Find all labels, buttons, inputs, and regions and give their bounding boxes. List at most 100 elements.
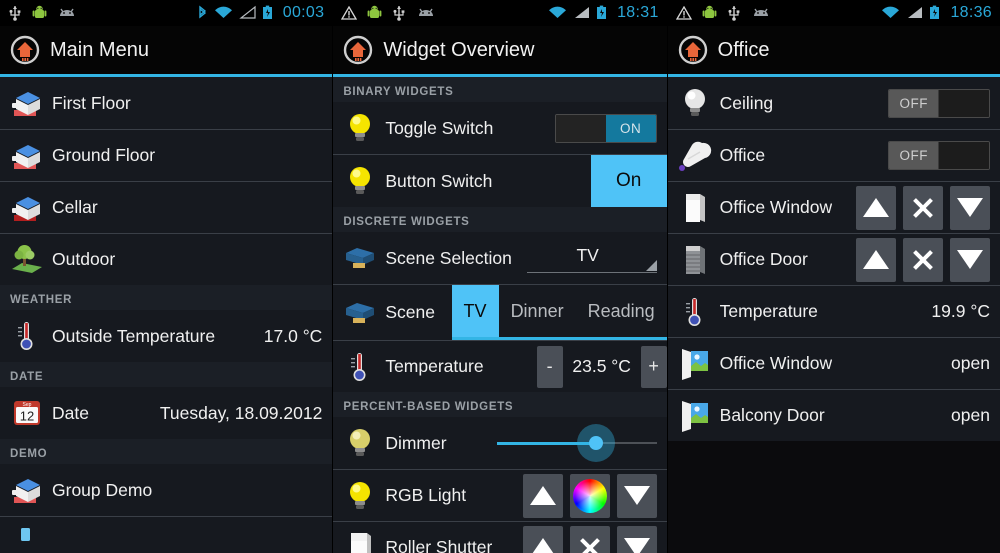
stop-x-icon[interactable] (569, 525, 610, 553)
toggle-switch-control[interactable]: ON (554, 113, 657, 143)
status-bar-left-icons (675, 5, 771, 21)
title-bar: Office (667, 26, 1000, 77)
door-shutter-controls[interactable] (849, 237, 990, 282)
list-item-clipped[interactable] (0, 516, 333, 553)
house-red-icon (10, 86, 44, 120)
list-item-office-light[interactable]: Office OFF (667, 129, 1000, 181)
temperature-stepper[interactable]: - 23.5 °C + (536, 345, 667, 388)
group-header-binary-widgets: BINARY WIDGETS (333, 77, 667, 102)
list-item-roller-shutter[interactable]: Roller Shutter (333, 521, 667, 553)
office-switch-control[interactable]: OFF (887, 141, 990, 170)
down-arrow-icon[interactable] (616, 525, 657, 553)
switch-toggle[interactable]: OFF (887, 141, 990, 170)
on-button[interactable]: On (590, 155, 667, 207)
switch-toggle[interactable]: OFF (887, 88, 990, 118)
battery-icon (597, 5, 607, 19)
segment-reading[interactable]: Reading (576, 285, 667, 337)
down-arrow-icon[interactable] (616, 473, 657, 518)
panel-widget-overview: 18:31 Widget Overview BINARY WIDGETS Tog… (332, 0, 668, 553)
slider-knob[interactable] (588, 436, 603, 450)
android-icon (32, 5, 47, 18)
shutter-closed-icon (678, 243, 712, 277)
status-bar: 18:36 (667, 0, 1000, 26)
window-shutter-controls[interactable] (849, 185, 990, 230)
switch-knob-label: OFF (888, 89, 940, 117)
house-red-icon (10, 191, 44, 225)
ceiling-switch-control[interactable]: OFF (887, 88, 990, 118)
office-list[interactable]: Ceiling OFF Office OFF Office Window Off… (667, 77, 1000, 553)
switch-knob-label: ON (605, 114, 656, 142)
android-icon (702, 5, 717, 18)
list-item-first-floor[interactable]: First Floor (0, 77, 333, 129)
list-item-label: Outdoor (52, 249, 116, 269)
list-item-office-window-shutter[interactable]: Office Window (667, 181, 1000, 233)
list-item-office-temperature[interactable]: Temperature 19.9 °C (667, 285, 1000, 337)
list-item-ground-floor[interactable]: Ground Floor (0, 129, 333, 181)
roller-shutter-icon (343, 531, 377, 553)
stop-x-icon[interactable] (902, 237, 943, 282)
list-item-rgb-light[interactable]: RGB Light (333, 469, 667, 521)
roller-shutter-controls[interactable] (516, 525, 657, 553)
list-item-office-window-contact[interactable]: Office Window open (667, 337, 1000, 389)
list-item-label: Ceiling (719, 92, 774, 113)
segment-tv[interactable]: TV (451, 285, 499, 337)
scene-selection-control[interactable]: TV (526, 243, 657, 273)
button-switch-control[interactable]: On (590, 155, 667, 207)
lightbulb-dim-icon (343, 426, 377, 460)
list-item-toggle-switch[interactable]: Toggle Switch ON (333, 102, 667, 154)
lightbulb-on-icon (343, 111, 377, 145)
main-menu-list[interactable]: First Floor Ground Floor Cellar Outdoor (0, 77, 333, 553)
calendar-icon: 12 Sep (10, 396, 44, 430)
tree-icon (10, 243, 44, 277)
list-item-office-door-shutter[interactable]: Office Door (667, 233, 1000, 285)
rgb-light-controls[interactable] (516, 473, 657, 518)
svg-text:12: 12 (20, 409, 34, 424)
list-item-value: 19.9 °C (931, 301, 990, 321)
list-item-balcony-door-contact[interactable]: Balcony Door open (667, 389, 1000, 441)
down-arrow-icon[interactable] (949, 185, 990, 230)
stop-x-icon[interactable] (902, 185, 943, 230)
switch-knob-label: OFF (888, 142, 940, 169)
spinner-value: TV (576, 245, 599, 265)
page-title: Office (717, 38, 770, 61)
list-item-cellar[interactable]: Cellar (0, 181, 333, 233)
segment-dinner[interactable]: Dinner (499, 285, 576, 337)
switch-toggle[interactable]: ON (554, 113, 657, 143)
panel-main-menu: 00:03 Main Menu First Floor Ground Floor (0, 0, 333, 553)
list-item-scene[interactable]: Scene TV Dinner Reading (333, 284, 667, 340)
list-item-ceiling[interactable]: Ceiling OFF (667, 77, 1000, 129)
thermometer-icon (678, 295, 712, 329)
up-arrow-icon[interactable] (522, 525, 563, 553)
usb-icon (9, 6, 21, 21)
scene-spinner[interactable]: TV (526, 243, 657, 273)
list-item-label: Office Door (719, 249, 808, 269)
page-title: Main Menu (50, 38, 149, 61)
list-item-outdoor[interactable]: Outdoor (0, 233, 333, 285)
scene-segmented-control[interactable]: TV Dinner Reading (451, 285, 667, 340)
down-arrow-icon[interactable] (949, 237, 990, 282)
widget-overview-list[interactable]: BINARY WIDGETS Toggle Switch ON Button S… (333, 77, 667, 553)
battery-icon (262, 5, 272, 19)
decrement-button[interactable]: - (536, 345, 563, 388)
color-wheel-icon[interactable] (569, 473, 610, 518)
status-bar: 00:03 (0, 0, 333, 26)
up-arrow-icon[interactable] (855, 237, 896, 282)
thermometer-icon (10, 319, 44, 353)
up-arrow-icon[interactable] (855, 185, 896, 230)
dimmer-slider[interactable] (496, 423, 657, 463)
list-item-scene-selection[interactable]: Scene Selection TV (333, 232, 667, 284)
wifi-icon (214, 6, 232, 18)
list-item-label: Office Window (719, 197, 833, 217)
list-item-dimmer[interactable]: Dimmer (333, 417, 667, 469)
lightbulb-on-icon (343, 479, 377, 513)
list-item-group-demo[interactable]: Group Demo (0, 464, 333, 516)
up-arrow-icon[interactable] (522, 473, 563, 518)
list-item-temperature-setpoint[interactable]: Temperature - 23.5 °C + (333, 340, 667, 392)
list-item-button-switch[interactable]: Button Switch On (333, 154, 667, 207)
title-bar: Main Menu (0, 26, 333, 77)
increment-button[interactable]: + (640, 345, 667, 388)
list-item-outside-temperature[interactable]: Outside Temperature 17.0 °C (0, 310, 333, 362)
openhab-logo-icon (10, 35, 40, 65)
list-item-date[interactable]: 12 Sep Date Tuesday, 18.09.2012 (0, 387, 333, 439)
list-item-label: RGB Light (385, 485, 467, 505)
